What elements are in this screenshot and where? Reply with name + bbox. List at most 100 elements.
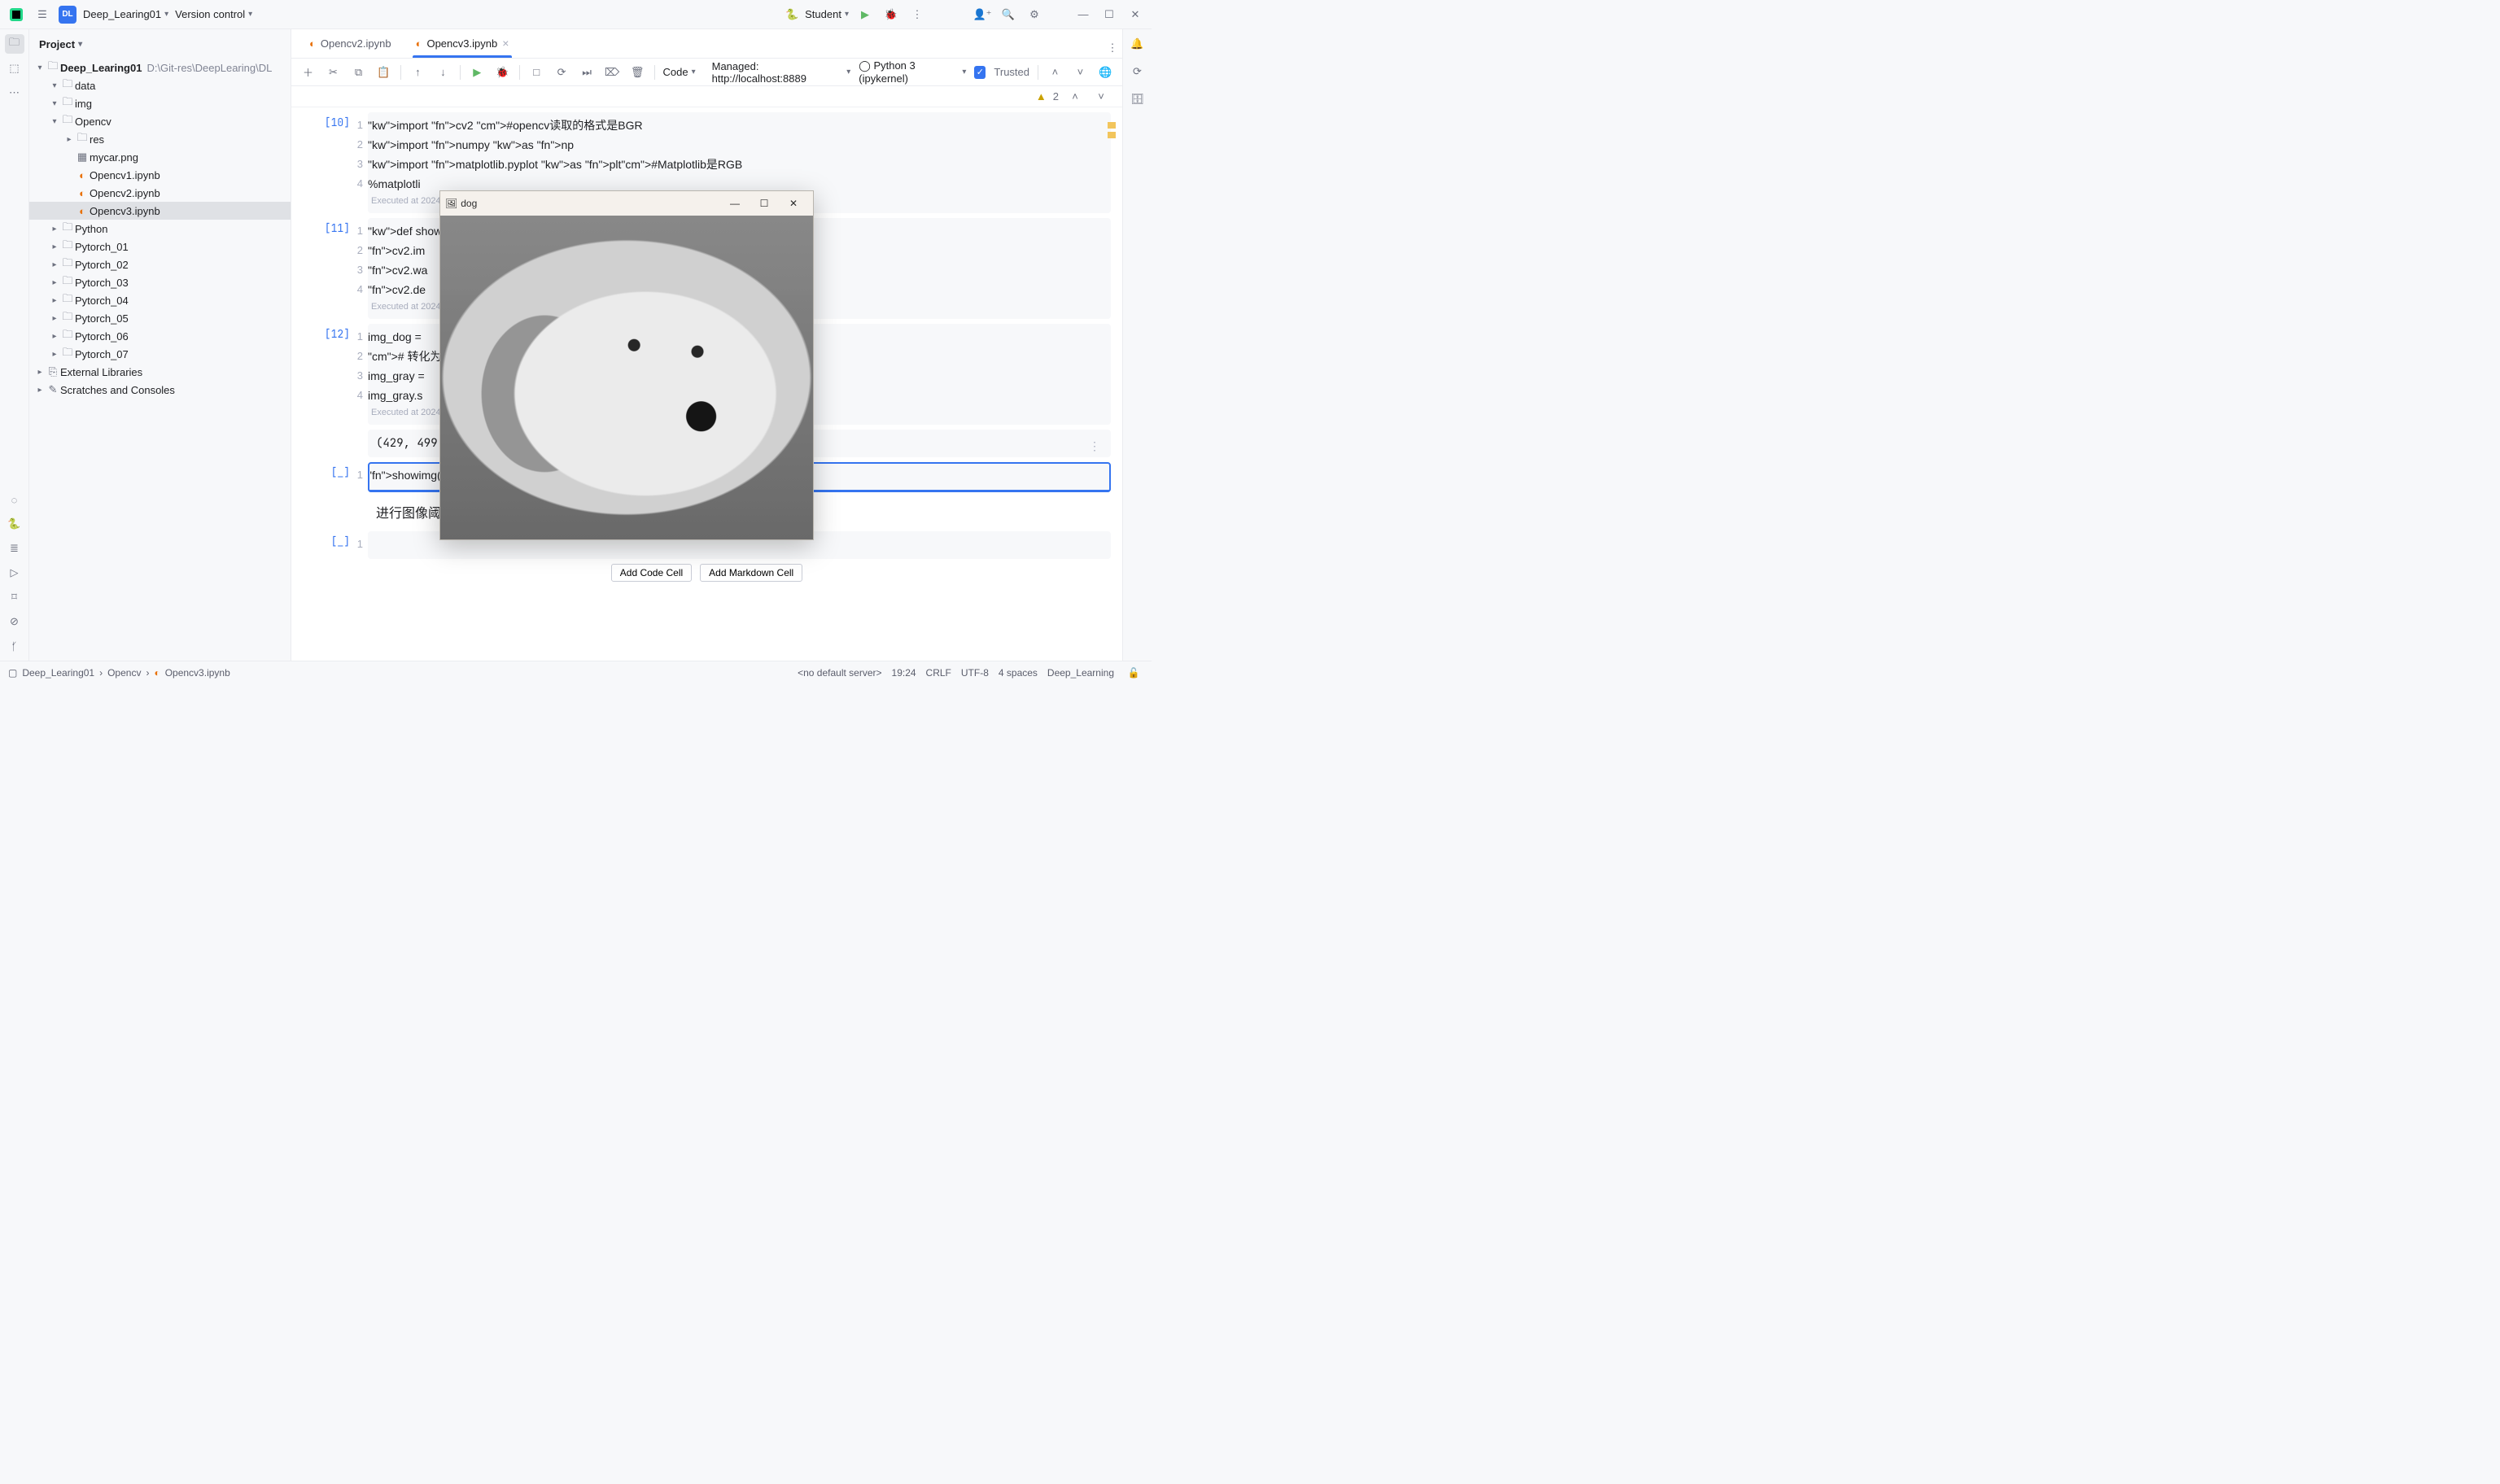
- managed-server[interactable]: Managed: http://localhost:8889: [712, 60, 839, 85]
- image-window-title: dog: [461, 198, 477, 209]
- editor-tab[interactable]: ◐Opencv2.ipynb: [298, 28, 403, 58]
- restart-icon[interactable]: ⟳: [553, 63, 570, 82]
- tree-row[interactable]: ▾🗀data: [29, 76, 291, 94]
- tree-row[interactable]: ▸🗀Pytorch_07: [29, 345, 291, 363]
- cut-icon[interactable]: ✂: [325, 63, 342, 82]
- tool-vcs-icon[interactable]: ᚶ: [5, 636, 24, 656]
- debug-cell-icon[interactable]: 🐞: [494, 63, 511, 82]
- main-menu-icon[interactable]: ☰: [33, 5, 52, 24]
- run-icon[interactable]: ▶: [855, 5, 875, 24]
- database-icon[interactable]: 🗄: [1128, 89, 1147, 109]
- tool-more-icon[interactable]: ⋯: [5, 83, 24, 103]
- tool-pypackages-icon[interactable]: 🐍: [5, 514, 24, 534]
- status-lock-icon[interactable]: 🔓: [1124, 663, 1143, 683]
- warning-icon[interactable]: ▲: [1036, 90, 1047, 103]
- user-menu[interactable]: Student▾: [805, 8, 849, 20]
- breadcrumb[interactable]: ▢Deep_Learing01› Opencv› ◐Opencv3.ipynb: [8, 667, 230, 679]
- tool-python-console-icon[interactable]: ◌: [5, 490, 24, 509]
- right-tool-rail: 🔔 ⟳ 🗄: [1122, 29, 1152, 661]
- run-cell-icon[interactable]: ▶: [469, 63, 486, 82]
- add-code-cell-button[interactable]: Add Code Cell: [611, 564, 692, 582]
- tool-layers-icon[interactable]: ≣: [5, 539, 24, 558]
- popup-maximize-icon[interactable]: ☐: [750, 198, 779, 209]
- ide-logo-icon[interactable]: [7, 5, 26, 24]
- tree-row[interactable]: ▸✎Scratches and Consoles: [29, 381, 291, 399]
- search-icon[interactable]: 🔍: [999, 5, 1018, 24]
- nav-up-icon[interactable]: ˄: [1047, 63, 1064, 82]
- run-all-icon[interactable]: ⏭: [579, 63, 596, 82]
- tree-row[interactable]: ▸🗀Pytorch_01: [29, 238, 291, 255]
- nav-down-icon[interactable]: ˅: [1072, 63, 1089, 82]
- tree-row[interactable]: ▦mycar.png: [29, 148, 291, 166]
- editor-tab[interactable]: ◐Opencv3.ipynb×: [404, 28, 521, 58]
- tree-row[interactable]: ▸🗀Pytorch_03: [29, 273, 291, 291]
- tree-row[interactable]: ◐Opencv2.ipynb: [29, 184, 291, 202]
- tree-row[interactable]: ▸🗀Pytorch_04: [29, 291, 291, 309]
- editor-tabs: ◐Opencv2.ipynb◐Opencv3.ipynb× ⋮: [291, 29, 1122, 59]
- tree-row[interactable]: ▸⎘External Libraries: [29, 363, 291, 381]
- cell-type-dropdown[interactable]: Code▾: [663, 66, 696, 78]
- image-window[interactable]: 🖼 dog ― ☐ ✕: [439, 190, 814, 540]
- python-icon: 🐍: [785, 8, 798, 21]
- notifications-icon[interactable]: 🔔: [1128, 34, 1147, 54]
- kernel-selector[interactable]: ◯ Python 3 (ipykernel): [859, 59, 954, 85]
- delete-cell-icon[interactable]: 🗑: [629, 63, 646, 82]
- tree-row[interactable]: ◐Opencv3.ipynb: [29, 202, 291, 220]
- popup-close-icon[interactable]: ✕: [779, 198, 808, 209]
- tree-root[interactable]: ▾🗀Deep_Learing01D:\Git-res\DeepLearing\D…: [29, 59, 291, 76]
- error-stripe[interactable]: [1108, 122, 1116, 171]
- more-icon[interactable]: ⋮: [907, 5, 927, 24]
- inspect-down-icon[interactable]: ˅: [1091, 87, 1111, 107]
- tool-services-icon[interactable]: ▷: [5, 563, 24, 583]
- tool-project-icon[interactable]: 🗀: [5, 34, 24, 54]
- move-up-icon[interactable]: ↑: [409, 63, 426, 82]
- tree-row[interactable]: ▸🗀Pytorch_06: [29, 327, 291, 345]
- tree-row[interactable]: ◐Opencv1.ipynb: [29, 166, 291, 184]
- project-panel-header[interactable]: Project▾: [29, 29, 291, 59]
- settings-icon[interactable]: ⚙: [1025, 5, 1044, 24]
- status-indent[interactable]: 4 spaces: [999, 667, 1038, 679]
- image-window-titlebar[interactable]: 🖼 dog ― ☐ ✕: [440, 191, 813, 216]
- output-more-icon[interactable]: ⋮: [1085, 436, 1104, 456]
- move-down-icon[interactable]: ↓: [435, 63, 452, 82]
- project-panel: Project▾ ▾🗀Deep_Learing01D:\Git-res\Deep…: [29, 29, 291, 661]
- tree-row[interactable]: ▾🗀img: [29, 94, 291, 112]
- status-server[interactable]: <no default server>: [798, 667, 881, 679]
- status-eol[interactable]: CRLF: [926, 667, 951, 679]
- stop-icon[interactable]: □: [528, 63, 545, 82]
- project-tree[interactable]: ▾🗀Deep_Learing01D:\Git-res\DeepLearing\D…: [29, 59, 291, 399]
- tree-row[interactable]: ▸🗀res: [29, 130, 291, 148]
- paste-icon[interactable]: 📋: [375, 63, 392, 82]
- add-markdown-cell-button[interactable]: Add Markdown Cell: [700, 564, 802, 582]
- tree-row[interactable]: ▾🗀Opencv: [29, 112, 291, 130]
- tree-row[interactable]: ▸🗀Pytorch_02: [29, 255, 291, 273]
- tool-problems-icon[interactable]: ⊘: [5, 612, 24, 631]
- clear-output-icon[interactable]: ⌦: [604, 63, 621, 82]
- status-encoding[interactable]: UTF-8: [961, 667, 989, 679]
- tool-structure-icon[interactable]: ⬚: [5, 59, 24, 78]
- trusted-check-icon[interactable]: ✓: [974, 66, 986, 79]
- statusbar: ▢Deep_Learing01› Opencv› ◐Opencv3.ipynb …: [0, 661, 1152, 683]
- vcs-menu[interactable]: Version control▾: [175, 8, 252, 20]
- status-caret-pos[interactable]: 19:24: [892, 667, 916, 679]
- debug-icon[interactable]: 🐞: [881, 5, 901, 24]
- copy-icon[interactable]: ⧉: [350, 63, 367, 82]
- window-close-icon[interactable]: ✕: [1125, 5, 1145, 24]
- left-tool-rail: 🗀 ⬚ ⋯ ◌ 🐍 ≣ ▷ ⌑ ⊘ ᚶ: [0, 29, 29, 661]
- image-window-content: [440, 216, 813, 539]
- tab-close-icon[interactable]: ×: [502, 37, 509, 50]
- tool-terminal-icon[interactable]: ⌑: [5, 587, 24, 607]
- tree-row[interactable]: ▸🗀Python: [29, 220, 291, 238]
- popup-minimize-icon[interactable]: ―: [720, 198, 750, 209]
- inspect-up-icon[interactable]: ˄: [1065, 87, 1085, 107]
- tree-row[interactable]: ▸🗀Pytorch_05: [29, 309, 291, 327]
- project-selector[interactable]: Deep_Learing01▾: [83, 8, 168, 20]
- browser-icon[interactable]: 🌐: [1097, 63, 1114, 82]
- jupyter-vars-icon[interactable]: ⟳: [1128, 62, 1147, 81]
- window-minimize-icon[interactable]: ―: [1073, 5, 1093, 24]
- status-interpreter[interactable]: Deep_Learning: [1047, 667, 1114, 679]
- add-cell-icon[interactable]: ＋: [299, 63, 317, 82]
- tab-more-icon[interactable]: ⋮: [1103, 38, 1122, 58]
- window-maximize-icon[interactable]: ☐: [1099, 5, 1119, 24]
- code-with-me-icon[interactable]: 👤⁺: [972, 5, 992, 24]
